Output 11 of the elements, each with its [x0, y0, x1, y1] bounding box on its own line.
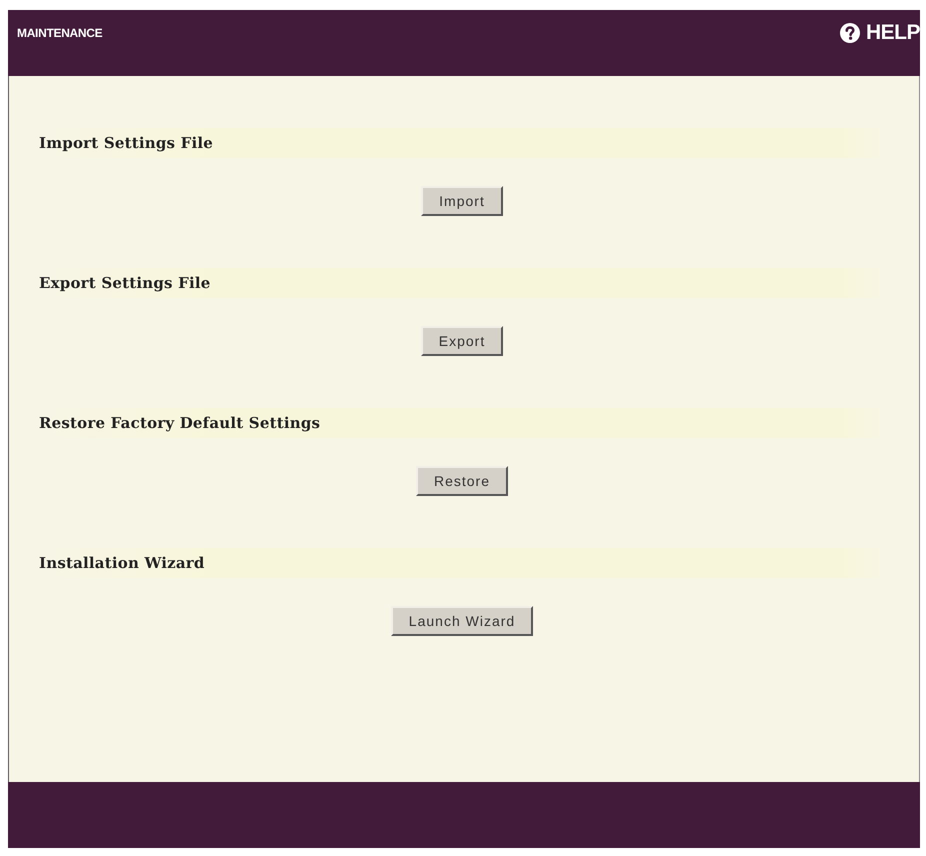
- section-title: Export Settings File: [39, 274, 211, 292]
- section-title: Restore Factory Default Settings: [39, 414, 320, 432]
- page-title: MAINTENANCE: [17, 26, 102, 40]
- action-button[interactable]: Export: [420, 326, 504, 356]
- section-title: Installation Wizard: [39, 554, 205, 572]
- help-icon: [840, 23, 860, 43]
- action-button[interactable]: Launch Wizard: [390, 606, 534, 636]
- action-button[interactable]: Restore: [416, 466, 508, 496]
- section-title: Import Settings File: [39, 134, 214, 152]
- action-button[interactable]: Import: [421, 186, 503, 216]
- help-link[interactable]: HELP: [840, 21, 920, 45]
